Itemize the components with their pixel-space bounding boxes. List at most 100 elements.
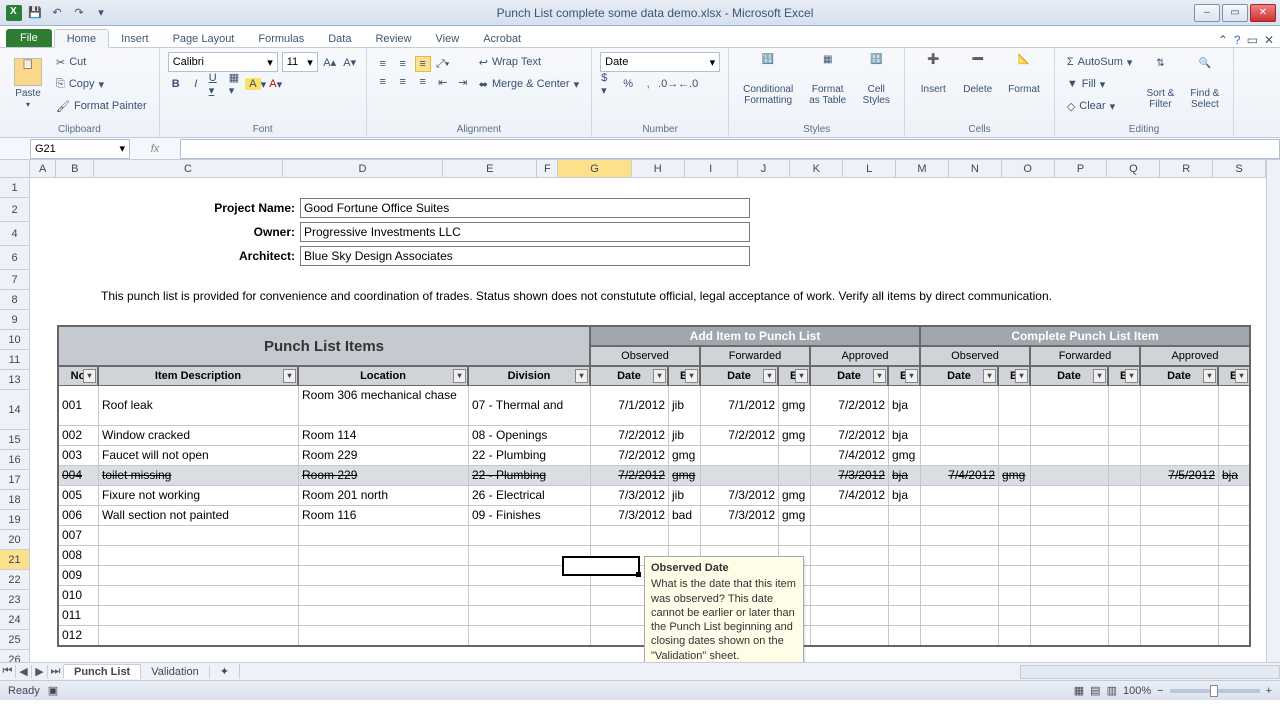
font-name-combo[interactable]: Calibri▾ bbox=[168, 52, 278, 72]
align-right-icon[interactable]: ≡ bbox=[415, 74, 431, 90]
horizontal-scrollbar[interactable] bbox=[1020, 665, 1280, 679]
help-icon[interactable]: ? bbox=[1234, 33, 1241, 47]
group-clipboard: 📋Paste▾ ✂Cut ⎘Copy ▾ 🖌Format Painter Cli… bbox=[0, 48, 160, 137]
autosum-button[interactable]: Σ AutoSum ▾ bbox=[1063, 52, 1137, 72]
ribbon: 📋Paste▾ ✂Cut ⎘Copy ▾ 🖌Format Painter Cli… bbox=[0, 48, 1280, 138]
sheet-area: ABCDEFGHIJKLMNOPQRS 12467891011131415161… bbox=[0, 160, 1280, 662]
font-size-combo[interactable]: 11▾ bbox=[282, 52, 318, 72]
font-color-button[interactable]: A▾ bbox=[268, 76, 284, 92]
merge-center-button[interactable]: ⬌Merge & Center ▾ bbox=[475, 74, 583, 94]
close-button[interactable]: ✕ bbox=[1250, 4, 1276, 22]
view-normal-icon[interactable]: ▦ bbox=[1074, 684, 1084, 697]
align-center-icon[interactable]: ≡ bbox=[395, 74, 411, 90]
tab-data[interactable]: Data bbox=[316, 30, 363, 47]
align-bot-icon[interactable]: ≡ bbox=[415, 56, 431, 72]
underline-button[interactable]: U ▾ bbox=[208, 76, 224, 92]
copy-button[interactable]: ⎘Copy ▾ bbox=[52, 74, 151, 94]
sheet-tab-punch-list[interactable]: Punch List bbox=[64, 664, 141, 679]
minimize-ribbon-icon[interactable]: ⌃ bbox=[1218, 33, 1228, 47]
restore-button[interactable]: ▭ bbox=[1222, 4, 1248, 22]
fx-icon[interactable]: fx bbox=[151, 143, 160, 155]
zoom-level[interactable]: 100% bbox=[1123, 685, 1151, 697]
fill-button[interactable]: ▼ Fill ▾ bbox=[1063, 74, 1137, 94]
fill-color-button[interactable]: A▾ bbox=[248, 76, 264, 92]
macro-record-icon[interactable]: ▣ bbox=[48, 684, 58, 697]
align-top-icon[interactable]: ≡ bbox=[375, 56, 391, 72]
group-label: Styles bbox=[737, 122, 896, 137]
border-button[interactable]: ▦ ▾ bbox=[228, 76, 244, 92]
group-label: Number bbox=[600, 122, 720, 137]
align-mid-icon[interactable]: ≡ bbox=[395, 56, 411, 72]
indent-dec-icon[interactable]: ⇤ bbox=[435, 74, 451, 90]
tab-home[interactable]: Home bbox=[54, 29, 109, 48]
field-architect[interactable]: Blue Sky Design Associates bbox=[300, 246, 750, 266]
conditional-formatting-button[interactable]: 🔢Conditional Formatting bbox=[737, 52, 799, 108]
insert-cells-button[interactable]: ➕Insert bbox=[913, 52, 953, 97]
sheet-tab-validation[interactable]: Validation bbox=[141, 665, 210, 679]
tab-file[interactable]: File bbox=[6, 29, 52, 47]
minimize-button[interactable]: – bbox=[1194, 4, 1220, 22]
inc-decimal-icon[interactable]: .0→ bbox=[660, 76, 676, 92]
tab-view[interactable]: View bbox=[424, 30, 472, 47]
view-page-icon[interactable]: ▤ bbox=[1090, 684, 1100, 697]
wrap-text-button[interactable]: ↩Wrap Text bbox=[475, 52, 583, 72]
undo-icon[interactable]: ↶ bbox=[48, 4, 66, 22]
group-label: Alignment bbox=[375, 122, 583, 137]
zoom-out-icon[interactable]: − bbox=[1157, 685, 1163, 697]
clear-button[interactable]: ◇ Clear ▾ bbox=[1063, 96, 1137, 116]
italic-button[interactable]: I bbox=[188, 76, 204, 92]
label-project-name: Project Name: bbox=[98, 198, 298, 218]
name-box[interactable]: G21▾ bbox=[30, 139, 130, 159]
shrink-font-icon[interactable]: A▾ bbox=[342, 54, 358, 70]
orientation-icon[interactable]: ⤢▾ bbox=[435, 56, 451, 72]
find-select-button[interactable]: 🔍Find & Select bbox=[1184, 56, 1225, 112]
redo-icon[interactable]: ↷ bbox=[70, 4, 88, 22]
percent-icon[interactable]: % bbox=[620, 76, 636, 92]
comma-icon[interactable]: , bbox=[640, 76, 656, 92]
delete-cells-button[interactable]: ➖Delete bbox=[957, 52, 998, 97]
field-project-name[interactable]: Good Fortune Office Suites bbox=[300, 198, 750, 218]
close-workbook-icon[interactable]: ✕ bbox=[1264, 33, 1274, 47]
tab-nav[interactable]: ⏮◀▶⏭ bbox=[0, 665, 64, 678]
paste-button[interactable]: 📋Paste▾ bbox=[8, 56, 48, 112]
cut-button[interactable]: ✂Cut bbox=[52, 52, 151, 72]
tab-acrobat[interactable]: Acrobat bbox=[471, 30, 533, 47]
field-owner[interactable]: Progressive Investments LLC bbox=[300, 222, 750, 242]
cell-styles-button[interactable]: 🔠Cell Styles bbox=[856, 52, 896, 108]
qat-more-icon[interactable]: ▾ bbox=[92, 4, 110, 22]
tab-review[interactable]: Review bbox=[363, 30, 423, 47]
format-as-table-button[interactable]: ▦Format as Table bbox=[803, 52, 852, 108]
formula-bar: G21▾ fx bbox=[0, 138, 1280, 160]
select-all-corner[interactable] bbox=[0, 160, 30, 178]
zoom-in-icon[interactable]: + bbox=[1266, 685, 1272, 697]
group-font: Calibri▾ 11▾ A▴ A▾ B I U ▾ ▦ ▾ A▾ A▾ Fon… bbox=[160, 48, 367, 137]
grow-font-icon[interactable]: A▴ bbox=[322, 54, 338, 70]
number-format-combo[interactable]: Date▾ bbox=[600, 52, 720, 72]
bold-button[interactable]: B bbox=[168, 76, 184, 92]
dec-decimal-icon[interactable]: ←.0 bbox=[680, 76, 696, 92]
align-left-icon[interactable]: ≡ bbox=[375, 74, 391, 90]
format-painter-button[interactable]: 🖌Format Painter bbox=[52, 96, 151, 116]
window-restore-icon[interactable]: ▭ bbox=[1247, 33, 1258, 47]
tab-page-layout[interactable]: Page Layout bbox=[161, 30, 247, 47]
grid[interactable]: Project Name: Good Fortune Office Suites… bbox=[30, 178, 1266, 662]
sort-filter-button[interactable]: ⇅Sort & Filter bbox=[1140, 56, 1180, 112]
excel-icon bbox=[6, 5, 22, 21]
currency-icon[interactable]: $ ▾ bbox=[600, 76, 616, 92]
formula-input[interactable] bbox=[180, 139, 1280, 159]
wrap-icon: ↩ bbox=[479, 56, 488, 69]
zoom-slider[interactable] bbox=[1170, 689, 1260, 693]
format-cells-button[interactable]: 📐Format bbox=[1002, 52, 1046, 97]
status-bar: Ready ▣ ▦ ▤ ▥ 100% − + bbox=[0, 680, 1280, 700]
indent-inc-icon[interactable]: ⇥ bbox=[455, 74, 471, 90]
column-headers[interactable]: ABCDEFGHIJKLMNOPQRS bbox=[30, 160, 1266, 178]
new-sheet-icon[interactable]: ✦ bbox=[210, 664, 240, 679]
row-headers[interactable]: 124678910111314151617181920212223242526 bbox=[0, 178, 30, 662]
vertical-scrollbar[interactable] bbox=[1266, 160, 1280, 662]
view-break-icon[interactable]: ▥ bbox=[1107, 684, 1117, 697]
group-label: Font bbox=[168, 122, 358, 137]
save-icon[interactable]: 💾 bbox=[26, 4, 44, 22]
tab-insert[interactable]: Insert bbox=[109, 30, 161, 47]
tab-formulas[interactable]: Formulas bbox=[246, 30, 316, 47]
merge-icon: ⬌ bbox=[479, 78, 488, 91]
